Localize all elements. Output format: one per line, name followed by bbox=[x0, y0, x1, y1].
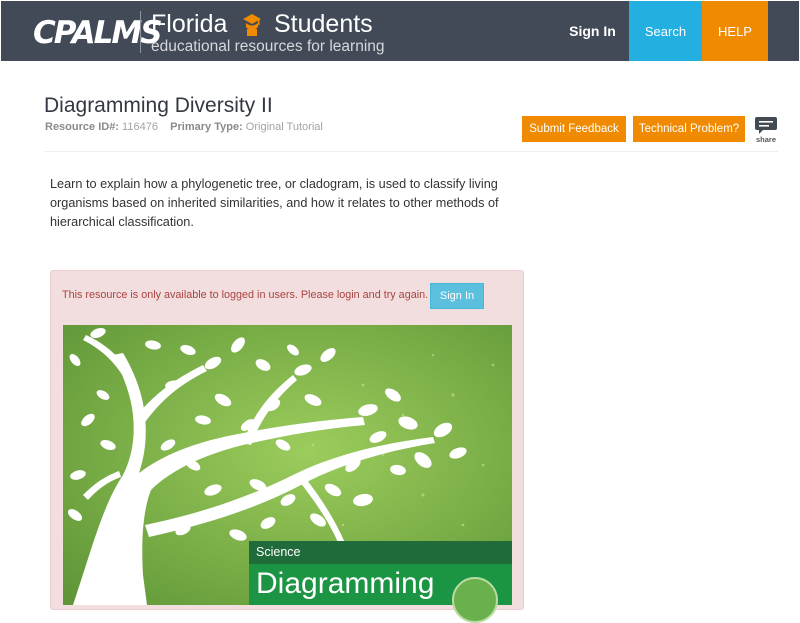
nav-search-button[interactable]: Search bbox=[629, 1, 702, 61]
share-icon bbox=[755, 117, 777, 134]
primary-type-label: Primary Type: bbox=[170, 121, 243, 133]
technical-problem-button[interactable]: Technical Problem? bbox=[633, 116, 745, 142]
submit-feedback-button[interactable]: Submit Feedback bbox=[522, 116, 626, 142]
cpalms-logo[interactable]: CPALMS bbox=[31, 13, 163, 51]
share-label: share bbox=[755, 135, 776, 144]
share-button[interactable]: share bbox=[754, 116, 778, 146]
resource-id-value: 116476 bbox=[122, 121, 158, 133]
resource-id-label: Resource ID#: bbox=[45, 121, 119, 133]
alert-sign-in-button[interactable]: Sign In bbox=[430, 283, 484, 309]
brand-title-students: Students bbox=[274, 10, 373, 38]
resource-meta: Resource ID#: 116476 Primary Type: Origi… bbox=[45, 121, 323, 133]
nav-help-button[interactable]: HELP bbox=[702, 1, 768, 61]
logo-text: CPALMS bbox=[33, 15, 163, 51]
nav-sign-in-link[interactable]: Sign In bbox=[556, 1, 629, 61]
brand-subtitle: educational resources for learning bbox=[151, 38, 385, 55]
student-icon bbox=[243, 14, 261, 36]
cover-subject-label: Science bbox=[256, 545, 301, 559]
brand-title-florida: Florida bbox=[151, 10, 228, 38]
alert-message: This resource is only available to logge… bbox=[62, 289, 429, 301]
dna-emblem-icon bbox=[452, 577, 498, 623]
header-divider-line bbox=[44, 151, 778, 152]
cover-title: Diagramming bbox=[256, 567, 435, 600]
top-header-bar: CPALMS Florida Students educational reso… bbox=[1, 1, 799, 61]
header-divider bbox=[140, 11, 141, 53]
page-title: Diagramming Diversity II bbox=[44, 94, 273, 117]
resource-description: Learn to explain how a phylogenetic tree… bbox=[50, 177, 499, 229]
primary-type-value: Original Tutorial bbox=[245, 121, 323, 133]
